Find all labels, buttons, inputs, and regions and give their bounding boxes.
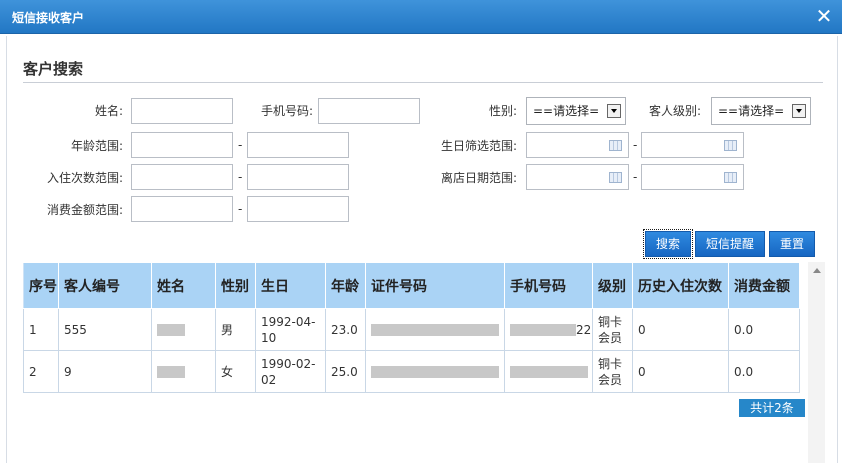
- range-dash: -: [633, 138, 638, 152]
- leave-date-end-input[interactable]: [641, 164, 744, 190]
- age-max-input[interactable]: [247, 132, 349, 158]
- birthday-range-label: 生日筛选范围:: [440, 139, 517, 153]
- spend-min-input[interactable]: [131, 196, 233, 222]
- cell-spend: 0.0: [728, 350, 800, 393]
- gender-select[interactable]: ==请选择=: [526, 97, 626, 125]
- vertical-scrollbar[interactable]: [808, 262, 825, 463]
- range-dash: -: [238, 170, 243, 184]
- stays-min-input[interactable]: [131, 164, 233, 190]
- cell-stays: 0: [632, 308, 729, 351]
- column-header[interactable]: 姓名: [151, 262, 216, 309]
- table-row[interactable]: 1 555 男 1992-04-10 23.0 22 铜卡会员 0 0.0: [23, 308, 800, 351]
- cell-birthday: 1992-04-10: [255, 308, 326, 351]
- table-header-row: 序号 客人编号 姓名 性别 生日 年龄 证件号码 手机号码 级别 历史入住次数 …: [23, 262, 800, 309]
- cell-gender: 男: [215, 308, 256, 351]
- gender-select-value: ==请选择=: [533, 104, 600, 118]
- column-header[interactable]: 级别: [592, 262, 633, 309]
- phone-suffix: 22: [576, 322, 592, 337]
- scroll-up-icon[interactable]: [813, 268, 821, 273]
- section-title: 客户搜索: [23, 60, 84, 78]
- cell-birthday: 1990-02-02: [255, 350, 326, 393]
- level-label: 客人级别:: [648, 104, 701, 118]
- column-header[interactable]: 性别: [215, 262, 256, 309]
- calendar-icon[interactable]: [609, 172, 622, 183]
- calendar-icon[interactable]: [609, 140, 622, 151]
- redacted-id: [371, 366, 499, 378]
- section-divider: [23, 82, 823, 83]
- cell-stays: 0: [632, 350, 729, 393]
- phone-label: 手机号码:: [260, 104, 313, 118]
- level-select-value: ==请选择=: [718, 104, 785, 118]
- column-header[interactable]: 客人编号: [58, 262, 152, 309]
- cell-age: 25.0: [325, 350, 366, 393]
- calendar-icon[interactable]: [724, 172, 737, 183]
- cell-gender: 女: [215, 350, 256, 393]
- column-header[interactable]: 消费金额: [728, 262, 800, 309]
- name-label: 姓名:: [94, 104, 123, 118]
- cell-name: [151, 350, 216, 393]
- gender-label: 性别:: [488, 104, 517, 118]
- chevron-down-icon[interactable]: [792, 104, 806, 118]
- spend-max-input[interactable]: [247, 196, 349, 222]
- dialog-body: 客户搜索 姓名: 手机号码: 性别: ==请选择= 客人级别: ==请选择= 年…: [6, 36, 838, 463]
- cell-index: 2: [23, 350, 59, 393]
- redacted-phone: [510, 366, 588, 378]
- results-table: 序号 客人编号 姓名 性别 生日 年龄 证件号码 手机号码 级别 历史入住次数 …: [23, 262, 800, 393]
- close-icon[interactable]: ✕: [814, 5, 834, 27]
- cell-phone: [504, 350, 593, 393]
- stays-range-label: 入住次数范围:: [46, 171, 123, 185]
- cell-guest-no: 9: [58, 350, 152, 393]
- cell-level: 铜卡会员: [592, 350, 633, 393]
- redacted-id: [371, 324, 499, 336]
- leave-date-start-input[interactable]: [526, 164, 629, 190]
- cell-phone: 22: [504, 308, 593, 351]
- cell-index: 1: [23, 308, 59, 351]
- dialog-titlebar: 短信接收客户 ✕: [0, 0, 842, 34]
- column-header[interactable]: 生日: [255, 262, 326, 309]
- birthday-start-input[interactable]: [526, 132, 629, 158]
- cell-name: [151, 308, 216, 351]
- total-count-badge: 共计2条: [739, 399, 805, 417]
- calendar-icon[interactable]: [724, 140, 737, 151]
- range-dash: -: [633, 170, 638, 184]
- cell-id-no: [365, 308, 505, 351]
- redacted-name: [157, 324, 185, 336]
- cell-age: 23.0: [325, 308, 366, 351]
- stays-max-input[interactable]: [247, 164, 349, 190]
- cell-spend: 0.0: [728, 308, 800, 351]
- cell-guest-no: 555: [58, 308, 152, 351]
- name-input[interactable]: [131, 98, 233, 124]
- dialog-title: 短信接收客户: [12, 11, 85, 25]
- column-header[interactable]: 序号: [23, 262, 59, 309]
- redacted-phone: [510, 324, 576, 336]
- column-header[interactable]: 历史入住次数: [632, 262, 729, 309]
- cell-id-no: [365, 350, 505, 393]
- sms-reminder-button[interactable]: 短信提醒: [695, 231, 765, 257]
- range-dash: -: [238, 138, 243, 152]
- table-row[interactable]: 2 9 女 1990-02-02 25.0 铜卡会员 0 0.0: [23, 350, 800, 393]
- search-button[interactable]: 搜索: [643, 229, 693, 259]
- range-dash: -: [238, 202, 243, 216]
- chevron-down-icon[interactable]: [607, 104, 621, 118]
- spend-range-label: 消费金额范围:: [46, 203, 123, 217]
- redacted-name: [157, 366, 185, 378]
- age-range-label: 年龄范围:: [70, 139, 123, 153]
- cell-level: 铜卡会员: [592, 308, 633, 351]
- age-min-input[interactable]: [131, 132, 233, 158]
- leave-date-range-label: 离店日期范围:: [440, 171, 517, 185]
- column-header[interactable]: 证件号码: [365, 262, 505, 309]
- phone-input[interactable]: [318, 98, 420, 124]
- column-header[interactable]: 年龄: [325, 262, 366, 309]
- reset-button[interactable]: 重置: [769, 231, 815, 257]
- birthday-end-input[interactable]: [641, 132, 744, 158]
- level-select[interactable]: ==请选择=: [711, 97, 811, 125]
- column-header[interactable]: 手机号码: [504, 262, 593, 309]
